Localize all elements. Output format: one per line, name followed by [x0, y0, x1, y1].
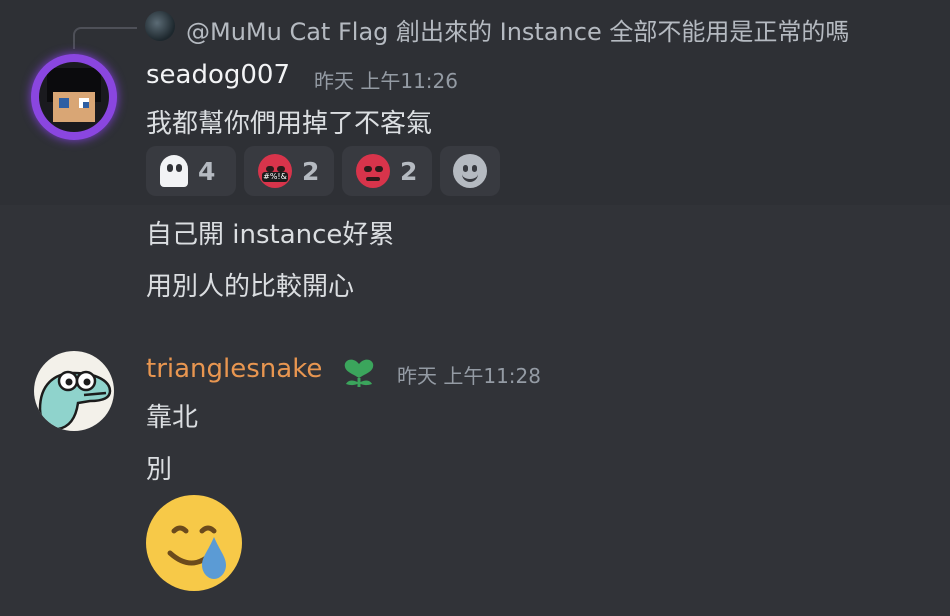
- message-timestamp: 昨天 上午11:26: [314, 69, 458, 93]
- message-text: 我都幫你們用掉了不客氣: [146, 109, 433, 139]
- reaction-cursing[interactable]: #%!& 2: [244, 146, 334, 196]
- reply-author-avatar[interactable]: [145, 11, 175, 41]
- avatar-trianglesnake[interactable]: [34, 351, 114, 431]
- message-text: 用別人的比較開心: [146, 272, 355, 302]
- reaction-angry[interactable]: 2: [342, 146, 432, 196]
- angry-face-icon: [356, 154, 390, 188]
- reaction-count: 2: [400, 156, 418, 186]
- reaction-count: 4: [198, 156, 216, 186]
- message-timestamp: 昨天 上午11:28: [397, 364, 541, 388]
- reaction-count: 2: [302, 156, 320, 186]
- smiling-face-with-tear-icon[interactable]: [146, 495, 242, 591]
- reply-connector-line: [73, 27, 137, 49]
- reply-preview-text[interactable]: @MuMu Cat Flag 創出來的 Instance 全部不能用是正常的嗎: [186, 12, 849, 47]
- author-name[interactable]: seadog007: [146, 60, 290, 90]
- message-text: 自己開 instance好累: [146, 220, 395, 250]
- author-name[interactable]: trianglesnake: [146, 354, 322, 384]
- message-text: 靠北: [146, 403, 199, 433]
- server-booster-badge-icon[interactable]: [340, 354, 378, 388]
- ghost-icon: [160, 155, 188, 187]
- reaction-ghost[interactable]: 4: [146, 146, 236, 196]
- add-reaction-button[interactable]: [440, 146, 500, 196]
- add-reaction-icon: [453, 154, 487, 188]
- face-with-symbols-on-mouth-icon: #%!&: [258, 154, 292, 188]
- message-text: 別: [146, 455, 173, 485]
- avatar-seadog007[interactable]: [31, 54, 117, 140]
